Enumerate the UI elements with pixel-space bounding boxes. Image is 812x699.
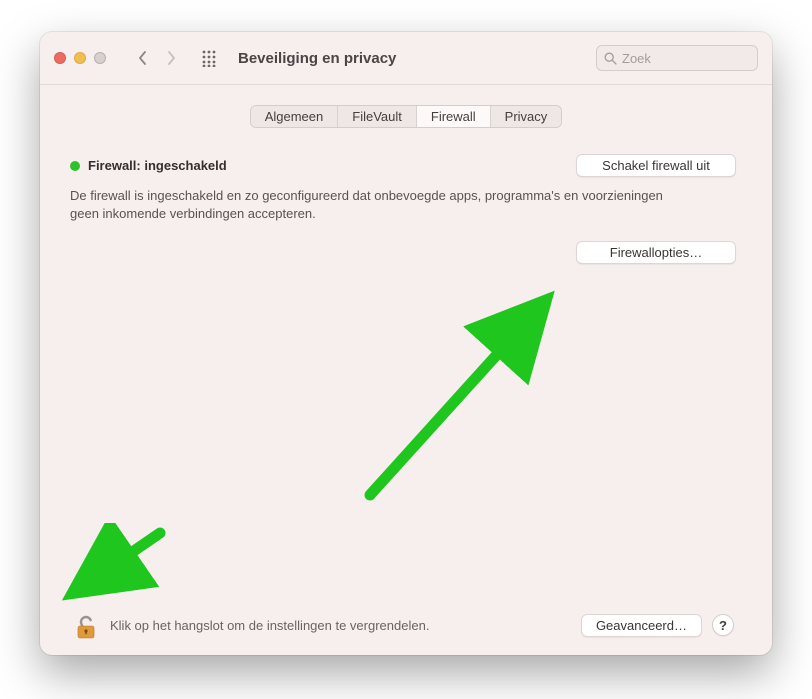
traffic-lights <box>54 52 106 64</box>
search-input[interactable]: Zoek <box>596 45 758 71</box>
tab-filevault[interactable]: FileVault <box>338 106 417 127</box>
nav-buttons <box>130 45 184 71</box>
search-icon <box>604 52 617 65</box>
content-area: Algemeen FileVault Firewall Privacy Fire… <box>40 85 772 655</box>
firewall-options-button[interactable]: Firewallopties… <box>576 241 736 264</box>
annotation-arrow-options <box>340 265 600 525</box>
disable-firewall-button[interactable]: Schakel firewall uit <box>576 154 736 177</box>
tab-general[interactable]: Algemeen <box>251 106 339 127</box>
show-all-icon[interactable] <box>198 46 222 70</box>
advanced-button[interactable]: Geavanceerd… <box>581 614 702 637</box>
close-window-button[interactable] <box>54 52 66 64</box>
titlebar: Beveiliging en privacy Zoek <box>40 32 772 84</box>
help-button[interactable]: ? <box>712 614 734 636</box>
window-title: Beveiliging en privacy <box>238 50 396 67</box>
lock-icon[interactable] <box>72 611 100 639</box>
minimize-window-button[interactable] <box>74 52 86 64</box>
firewall-description: De firewall is ingeschakeld en zo geconf… <box>70 187 670 223</box>
tab-privacy[interactable]: Privacy <box>491 106 562 127</box>
preferences-window: Beveiliging en privacy Zoek Algemeen Fil… <box>40 32 772 655</box>
forward-button[interactable] <box>158 45 184 71</box>
search-placeholder: Zoek <box>622 51 651 66</box>
firewall-options-row: Firewallopties… <box>66 241 746 264</box>
tab-firewall[interactable]: Firewall <box>417 106 491 127</box>
footer: Klik op het hangslot om de instellingen … <box>66 597 746 655</box>
status-dot-icon <box>70 161 80 171</box>
tab-bar: Algemeen FileVault Firewall Privacy <box>250 105 563 128</box>
zoom-window-button[interactable] <box>94 52 106 64</box>
firewall-status-row: Firewall: ingeschakeld Schakel firewall … <box>66 154 746 177</box>
lock-hint-text: Klik op het hangslot om de instellingen … <box>110 618 429 633</box>
back-button[interactable] <box>130 45 156 71</box>
firewall-status-label: Firewall: ingeschakeld <box>88 158 227 173</box>
